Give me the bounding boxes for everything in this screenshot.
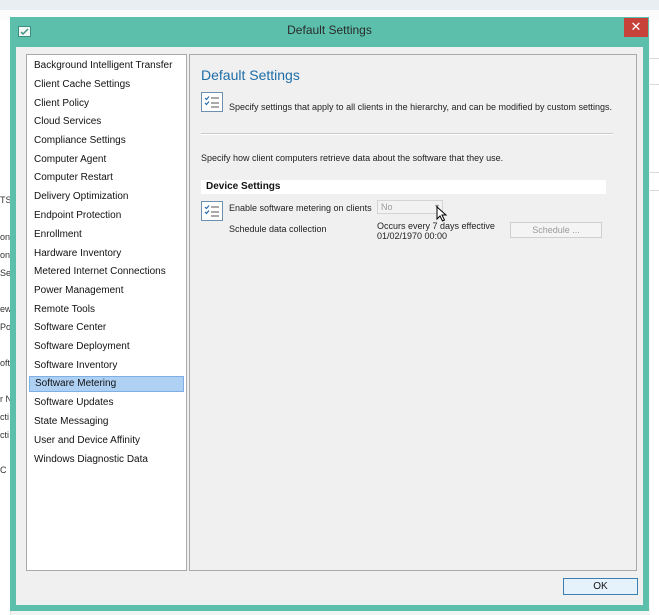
checklist-icon [201,92,223,112]
category-item[interactable]: Software Deployment [29,339,184,355]
category-item[interactable]: Computer Restart [29,170,184,186]
dropdown-value: No [381,202,393,212]
category-item[interactable]: Client Policy [29,96,184,112]
category-item[interactable]: State Messaging [29,414,184,430]
dialog-body: Background Intelligent Transfer Client C… [16,47,643,605]
category-item[interactable]: Compliance Settings [29,133,184,149]
category-item[interactable]: Software Updates [29,395,184,411]
category-item[interactable]: Software Inventory [29,358,184,374]
category-item[interactable]: Metered Internet Connections [29,264,184,280]
default-settings-dialog: Default Settings ✕ Background Intelligen… [10,17,649,611]
category-item[interactable]: User and Device Affinity [29,433,184,449]
schedule-label: Schedule data collection [229,224,327,234]
divider [650,172,659,173]
category-item[interactable]: Cloud Services [29,114,184,130]
enable-metering-label: Enable software metering on clients [229,203,372,213]
settings-category-list[interactable]: Background Intelligent Transfer Client C… [26,54,187,571]
checklist-icon [201,201,223,221]
divider [650,84,659,85]
mouse-cursor-icon [436,205,448,225]
category-item[interactable]: Remote Tools [29,302,184,318]
enable-metering-dropdown[interactable]: No ▾ [377,200,443,214]
category-item[interactable]: Delivery Optimization [29,189,184,205]
device-settings-header: Device Settings [201,180,606,194]
category-item[interactable]: Windows Diagnostic Data [29,452,184,468]
background-right-pane [650,20,659,615]
panel-description: Specify settings that apply to all clien… [229,102,613,112]
divider [650,58,659,59]
category-item[interactable]: Enrollment [29,227,184,243]
category-item[interactable]: Client Cache Settings [29,77,184,93]
window-title: Default Settings [287,23,372,37]
section-description: Specify how client computers retrieve da… [201,153,504,163]
panel-title: Default Settings [201,67,300,83]
title-bar[interactable]: Default Settings ✕ [10,17,649,45]
category-item-selected[interactable]: Software Metering [29,376,184,392]
category-item[interactable]: Power Management [29,283,184,299]
schedule-summary-line: 01/02/1970 00:00 [377,231,448,241]
category-item[interactable]: Software Center [29,320,184,336]
close-button[interactable]: ✕ [624,18,648,37]
category-item[interactable]: Endpoint Protection [29,208,184,224]
category-item[interactable]: Background Intelligent Transfer [29,58,184,74]
divider [650,190,659,191]
divider [201,133,613,135]
category-item[interactable]: Computer Agent [29,152,184,168]
ok-button[interactable]: OK [563,578,638,595]
settings-panel: Default Settings Specify settings that a… [189,54,637,571]
schedule-button[interactable]: Schedule ... [510,222,602,238]
category-item[interactable]: Hardware Inventory [29,246,184,262]
